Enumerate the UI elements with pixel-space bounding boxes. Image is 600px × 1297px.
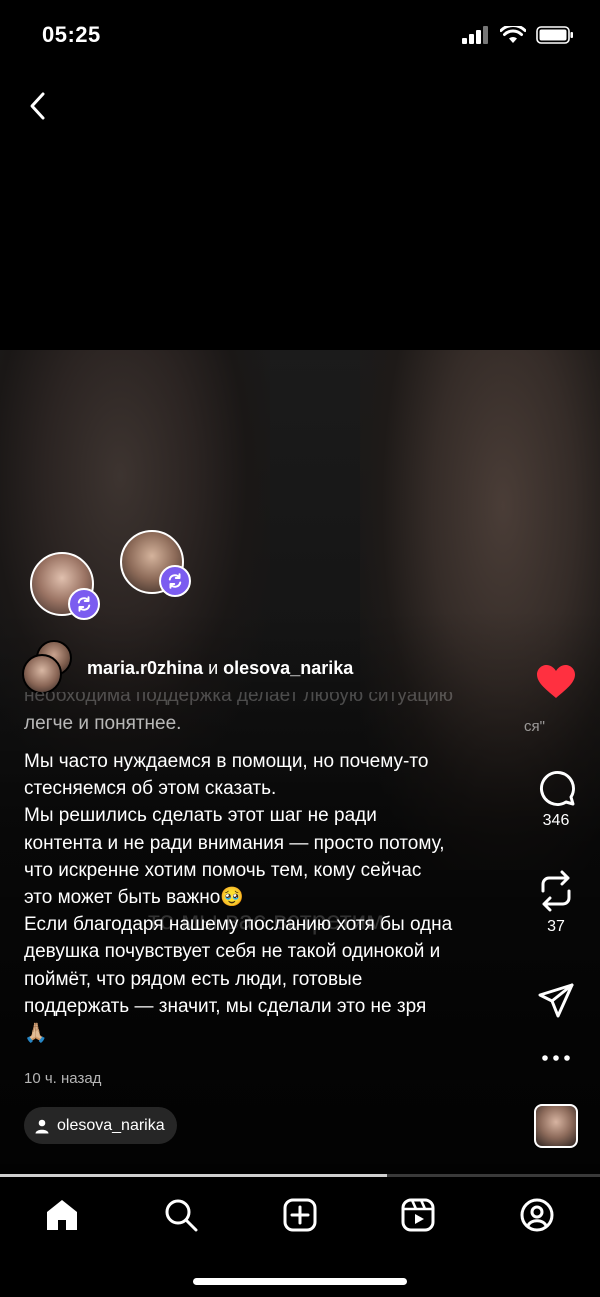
caption-faded-top: необходима поддержка делает любую ситуац… xyxy=(24,692,504,748)
repost-icon xyxy=(541,870,571,912)
reposts-count: 37 xyxy=(547,918,565,935)
caption-faded-line: необходима поддержка делает любую ситуац… xyxy=(24,692,454,706)
person-icon xyxy=(35,1119,49,1133)
tab-search[interactable] xyxy=(151,1195,211,1235)
tab-home[interactable] xyxy=(32,1195,92,1235)
repost-icon xyxy=(77,596,91,612)
profile-icon xyxy=(520,1198,554,1232)
tab-profile[interactable] xyxy=(507,1195,567,1235)
more-dots-icon xyxy=(542,1055,570,1061)
repost-icon xyxy=(168,573,182,589)
author-row[interactable]: maria.r0zhina и olesova_narika xyxy=(22,640,353,696)
reels-icon xyxy=(401,1198,435,1232)
video-side-text: ся" xyxy=(524,718,545,735)
repost-button[interactable]: 37 xyxy=(526,870,586,936)
post-caption[interactable]: Мы часто нуждаемся в помощи, но почему-т… xyxy=(24,748,510,1047)
repost-badge-maria xyxy=(68,588,100,620)
comment-button[interactable]: 346 xyxy=(526,768,586,830)
like-button[interactable] xyxy=(526,664,586,700)
author-secondary[interactable]: olesova_narika xyxy=(223,658,353,678)
home-indicator xyxy=(193,1278,407,1285)
author-primary[interactable]: maria.r0zhina xyxy=(87,658,203,678)
caption-faded-line: легче и понятнее. xyxy=(24,713,182,734)
cellular-signal-icon xyxy=(462,26,488,44)
home-icon xyxy=(47,1200,77,1230)
more-button[interactable] xyxy=(526,1052,586,1064)
tab-reels[interactable] xyxy=(388,1195,448,1235)
chevron-left-icon xyxy=(30,92,45,120)
author-names[interactable]: maria.r0zhina и olesova_narika xyxy=(87,658,353,679)
audio-thumbnail[interactable] xyxy=(534,1104,578,1148)
author-joiner: и xyxy=(208,657,219,678)
battery-icon xyxy=(536,26,573,44)
status-bar: 05:25 xyxy=(0,0,600,70)
tagged-username: olesova_narika xyxy=(57,1116,165,1134)
author-avatars[interactable] xyxy=(22,640,78,696)
avatar xyxy=(22,654,62,694)
search-icon xyxy=(165,1199,198,1232)
status-time: 05:25 xyxy=(42,22,101,47)
tab-create[interactable] xyxy=(270,1195,330,1235)
paper-plane-icon xyxy=(538,983,574,1018)
comment-bubble-icon xyxy=(540,771,575,806)
share-button[interactable] xyxy=(526,982,586,1020)
post-timestamp: 10 ч. назад xyxy=(24,1070,102,1087)
tagged-user-chip[interactable]: olesova_narika xyxy=(24,1107,177,1144)
repost-badge-olesova xyxy=(159,565,191,597)
wifi-icon xyxy=(500,26,526,43)
back-button[interactable] xyxy=(18,86,58,126)
create-icon xyxy=(283,1198,317,1232)
status-icons xyxy=(462,26,574,44)
heart-filled-icon xyxy=(537,665,575,698)
comments-count: 346 xyxy=(542,812,570,829)
